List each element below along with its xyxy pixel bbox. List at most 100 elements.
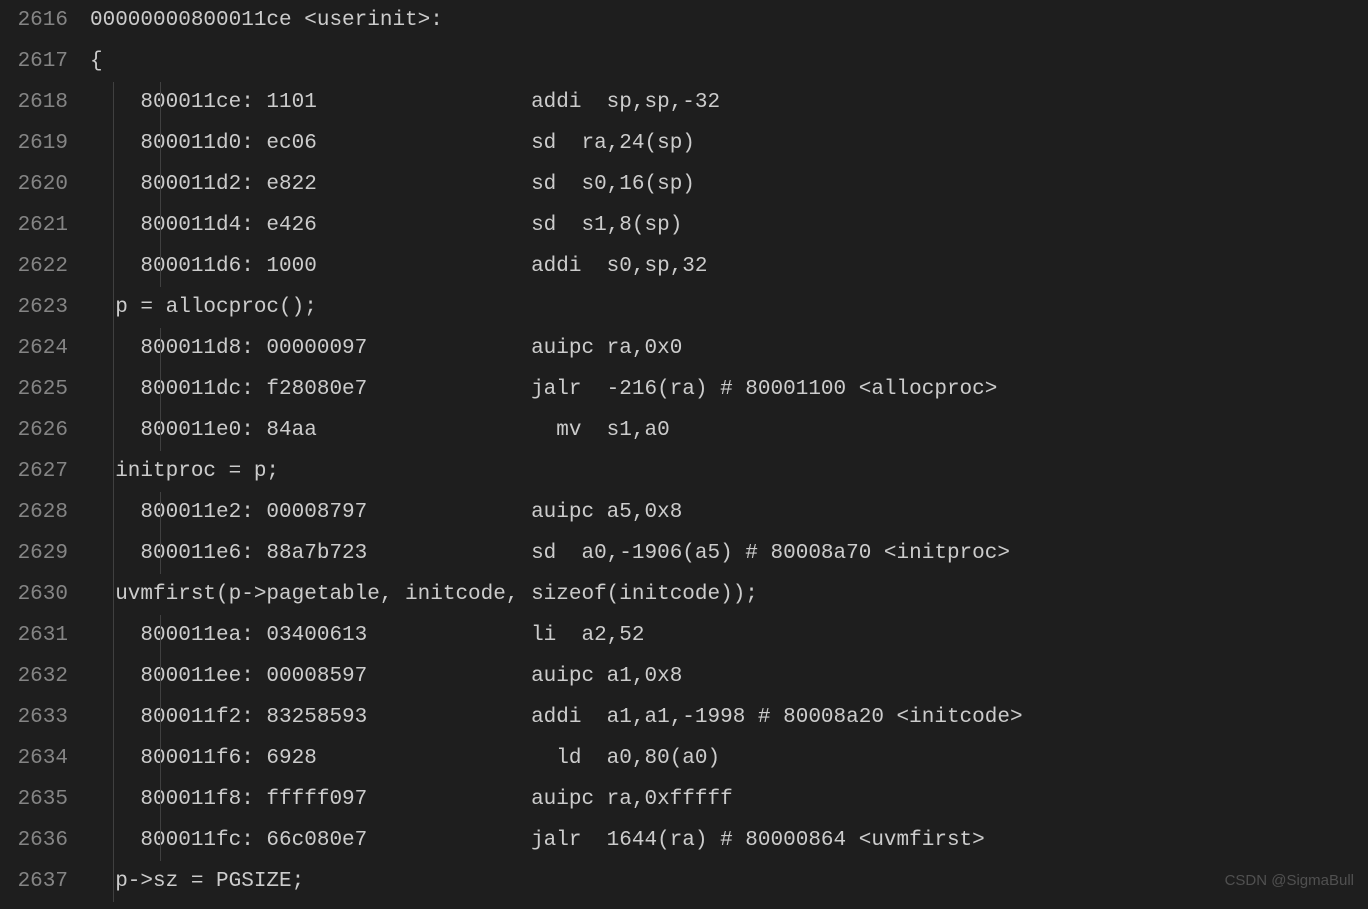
code-line[interactable]: 800011f6: 6928 ld a0,80(a0) [90,738,1368,779]
code-line[interactable]: 800011d0: ec06 sd ra,24(sp) [90,123,1368,164]
indent-guide [160,82,161,123]
code-text: 800011dc: f28080e7 jalr -216(ra) # 80001… [90,378,997,401]
code-text: 800011fc: 66c080e7 jalr 1644(ra) # 80000… [90,829,985,852]
indent-guide [160,369,161,410]
line-number: 2624 [0,328,68,369]
code-line[interactable]: 800011fc: 66c080e7 jalr 1644(ra) # 80000… [90,820,1368,861]
code-text: 800011ea: 03400613 li a2,52 [90,624,645,647]
indent-guide [160,615,161,656]
line-number: 2619 [0,123,68,164]
indent-guide [160,205,161,246]
line-number: 2637 [0,861,68,902]
line-number: 2633 [0,697,68,738]
indent-guide [160,738,161,779]
line-number: 2630 [0,574,68,615]
code-line[interactable]: 800011d8: 00000097 auipc ra,0x0 [90,328,1368,369]
line-number: 2628 [0,492,68,533]
code-text: p->sz = PGSIZE; [90,870,304,893]
code-text: 800011f2: 83258593 addi a1,a1,-1998 # 80… [90,706,1023,729]
line-number: 2632 [0,656,68,697]
line-number-gutter: 2616261726182619262026212622262326242625… [0,0,90,909]
code-line[interactable]: 800011ce: 1101 addi sp,sp,-32 [90,82,1368,123]
indent-guide [113,533,114,574]
line-number: 2618 [0,82,68,123]
indent-guide [160,410,161,451]
code-text: 800011d6: 1000 addi s0,sp,32 [90,255,708,278]
indent-guide [160,779,161,820]
code-text: 800011e6: 88a7b723 sd a0,-1906(a5) # 800… [90,542,1010,565]
code-text: 800011ce: 1101 addi sp,sp,-32 [90,91,720,114]
code-text: 800011d8: 00000097 auipc ra,0x0 [90,337,682,360]
indent-guide [160,123,161,164]
indent-guide [160,164,161,205]
indent-guide [113,205,114,246]
line-number: 2629 [0,533,68,574]
code-line[interactable]: 800011d2: e822 sd s0,16(sp) [90,164,1368,205]
code-text: initproc = p; [90,460,279,483]
indent-guide [113,820,114,861]
code-line[interactable]: 800011ee: 00008597 auipc a1,0x8 [90,656,1368,697]
indent-guide [160,492,161,533]
code-area[interactable]: 00000000800011ce <userinit>: { 800011ce: … [90,0,1368,909]
indent-guide [113,410,114,451]
code-text: 800011ee: 00008597 auipc a1,0x8 [90,665,682,688]
code-line[interactable]: 800011f2: 83258593 addi a1,a1,-1998 # 80… [90,697,1368,738]
line-number: 2623 [0,287,68,328]
indent-guide [113,246,114,287]
code-text: 800011d4: e426 sd s1,8(sp) [90,214,682,237]
indent-guide [160,533,161,574]
indent-guide [113,492,114,533]
code-text: p = allocproc(); [90,296,317,319]
code-text: uvmfirst(p->pagetable, initcode, sizeof(… [90,583,758,606]
code-line[interactable]: 800011e2: 00008797 auipc a5,0x8 [90,492,1368,533]
line-number: 2616 [0,0,68,41]
line-number: 2636 [0,820,68,861]
code-line[interactable]: 800011e0: 84aa mv s1,a0 [90,410,1368,451]
line-number: 2625 [0,369,68,410]
watermark: CSDN @SigmaBull [1225,860,1354,901]
code-text: 800011d2: e822 sd s0,16(sp) [90,173,695,196]
line-number: 2622 [0,246,68,287]
line-number: 2626 [0,410,68,451]
indent-guide [113,287,114,328]
indent-guide [113,861,114,902]
indent-guide [113,738,114,779]
code-line[interactable]: 800011ea: 03400613 li a2,52 [90,615,1368,656]
code-editor[interactable]: 2616261726182619262026212622262326242625… [0,0,1368,909]
line-number: 2635 [0,779,68,820]
line-number: 2620 [0,164,68,205]
code-line[interactable]: p->sz = PGSIZE; [90,861,1368,902]
line-number: 2627 [0,451,68,492]
indent-guide [113,451,114,492]
code-text: 800011e0: 84aa mv s1,a0 [90,419,670,442]
indent-guide [113,164,114,205]
indent-guide [160,820,161,861]
code-line[interactable]: 800011f8: fffff097 auipc ra,0xfffff [90,779,1368,820]
code-text: 800011f6: 6928 ld a0,80(a0) [90,747,720,770]
line-number: 2631 [0,615,68,656]
code-line[interactable]: 00000000800011ce <userinit>: [90,0,1368,41]
code-text: 800011f8: fffff097 auipc ra,0xfffff [90,788,733,811]
indent-guide [160,656,161,697]
code-line[interactable]: initproc = p; [90,451,1368,492]
code-line[interactable]: uvmfirst(p->pagetable, initcode, sizeof(… [90,574,1368,615]
code-text: 00000000800011ce <userinit>: [90,9,443,32]
code-line[interactable]: 800011d6: 1000 addi s0,sp,32 [90,246,1368,287]
line-number: 2621 [0,205,68,246]
indent-guide [113,656,114,697]
code-line[interactable]: p = allocproc(); [90,287,1368,328]
indent-guide [113,779,114,820]
line-number: 2617 [0,41,68,82]
indent-guide [113,615,114,656]
code-line[interactable]: 800011d4: e426 sd s1,8(sp) [90,205,1368,246]
indent-guide [113,328,114,369]
indent-guide [113,82,114,123]
indent-guide [160,697,161,738]
indent-guide [160,328,161,369]
code-line[interactable]: { [90,41,1368,82]
code-line[interactable]: 800011dc: f28080e7 jalr -216(ra) # 80001… [90,369,1368,410]
code-text: 800011d0: ec06 sd ra,24(sp) [90,132,695,155]
indent-guide [113,697,114,738]
indent-guide [113,123,114,164]
code-line[interactable]: 800011e6: 88a7b723 sd a0,-1906(a5) # 800… [90,533,1368,574]
